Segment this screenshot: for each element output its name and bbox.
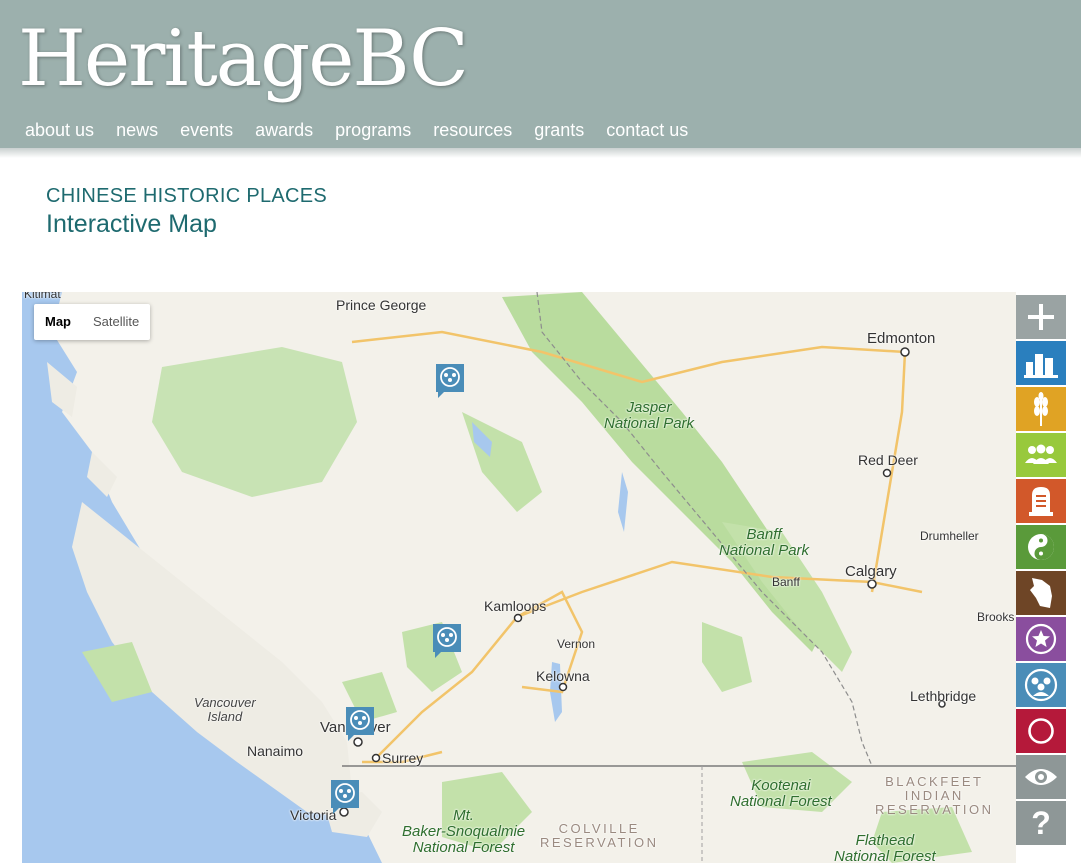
heritage-marker[interactable] <box>436 364 464 398</box>
place-vernon: Vernon <box>557 637 596 651</box>
heritage-marker[interactable] <box>433 624 461 658</box>
place-vancouver-island: Vancouver Island <box>194 695 256 724</box>
legend-landscape-button[interactable] <box>1016 571 1066 615</box>
place-drumheller: Drumheller <box>920 529 979 543</box>
place-blackfeet-reservation: BLACKFEET INDIAN RESERVATION <box>875 774 994 817</box>
place-flathead-national-forest: Flathead National Forest <box>834 832 936 863</box>
place-colville-reservation: COLVILLE RESERVATION <box>540 821 659 850</box>
place-victoria: Victoria <box>290 807 337 823</box>
nav-about-us[interactable]: about us <box>25 119 94 141</box>
map-type-satellite-button[interactable]: Satellite <box>82 304 150 340</box>
place-calgary: Calgary <box>845 563 897 580</box>
place-surrey: Surrey <box>382 750 424 766</box>
place-banff-national-park: Banff National Park <box>719 526 810 559</box>
legend-ring-button[interactable] <box>1016 709 1066 753</box>
nav-resources[interactable]: resources <box>433 119 512 141</box>
interactive-map[interactable]: Kitimat Prince George Edmonton Jasper Na… <box>22 292 1016 863</box>
bc-map-icon <box>1030 578 1052 608</box>
buildings-icon <box>1024 354 1058 378</box>
legend-people-button[interactable] <box>1016 663 1066 707</box>
star-icon <box>1025 623 1057 655</box>
category-legend: ? <box>1016 295 1066 847</box>
site-logo[interactable]: HeritageBC <box>18 14 469 104</box>
community-marker-icon <box>433 624 461 658</box>
place-nanaimo: Nanaimo <box>247 743 304 759</box>
svg-text:?: ? <box>1031 806 1051 840</box>
heritage-marker[interactable] <box>331 780 359 814</box>
legend-agriculture-button[interactable] <box>1016 387 1066 431</box>
place-kelowna: Kelowna <box>536 668 590 684</box>
community-marker-icon <box>331 780 359 814</box>
place-edmonton: Edmonton <box>867 330 936 347</box>
legend-community-button[interactable] <box>1016 433 1066 477</box>
map-type-control: Map Satellite <box>34 304 151 340</box>
yin-yang-icon <box>1028 534 1054 560</box>
question-icon: ? <box>1031 806 1051 840</box>
place-kamloops: Kamloops <box>484 598 547 614</box>
nav-events[interactable]: events <box>180 119 233 141</box>
plus-icon <box>1028 304 1054 330</box>
wheat-icon <box>1034 392 1048 426</box>
site-header: HeritageBC about us news events awards p… <box>0 0 1081 148</box>
community-icon <box>1025 444 1057 464</box>
nav-contact-us[interactable]: contact us <box>606 119 688 141</box>
place-mt-baker-snoqualmie: Mt. Baker-Snoqualmie National Forest <box>402 807 526 856</box>
community-marker-icon <box>436 364 464 398</box>
gravestone-icon <box>1029 487 1053 516</box>
legend-achievement-button[interactable] <box>1016 617 1066 661</box>
community-marker-icon <box>346 707 374 741</box>
eye-icon <box>1025 769 1057 785</box>
legend-view-button[interactable] <box>1016 755 1066 799</box>
nav-programs[interactable]: programs <box>335 119 411 141</box>
legend-buildings-button[interactable] <box>1016 341 1066 385</box>
heritage-marker[interactable] <box>346 707 374 741</box>
legend-religion-button[interactable] <box>1016 525 1066 569</box>
place-prince-george: Prince George <box>336 297 427 313</box>
nav-grants[interactable]: grants <box>534 119 584 141</box>
place-kootenai-national-forest: Kootenai National Forest <box>730 777 832 810</box>
ring-icon <box>1028 718 1054 744</box>
nav-news[interactable]: news <box>116 119 158 141</box>
legend-help-button[interactable]: ? <box>1016 801 1066 845</box>
place-banff: Banff <box>772 575 800 589</box>
page-subtitle: CHINESE HISTORIC PLACES <box>46 185 328 207</box>
people-circle-icon <box>1024 668 1058 702</box>
nav-awards[interactable]: awards <box>255 119 313 141</box>
page-title: Interactive Map <box>46 210 217 238</box>
place-lethbridge: Lethbridge <box>910 688 977 704</box>
main-nav: about us news events awards programs res… <box>25 119 710 141</box>
place-red-deer: Red Deer <box>858 452 918 468</box>
header-divider <box>0 148 1081 158</box>
place-jasper-national-park: Jasper National Park <box>604 399 695 432</box>
place-brooks: Brooks <box>977 610 1015 624</box>
place-kitimat: Kitimat <box>24 292 61 301</box>
legend-cemetery-button[interactable] <box>1016 479 1066 523</box>
map-type-map-button[interactable]: Map <box>34 304 82 340</box>
legend-expand-button[interactable] <box>1016 295 1066 339</box>
